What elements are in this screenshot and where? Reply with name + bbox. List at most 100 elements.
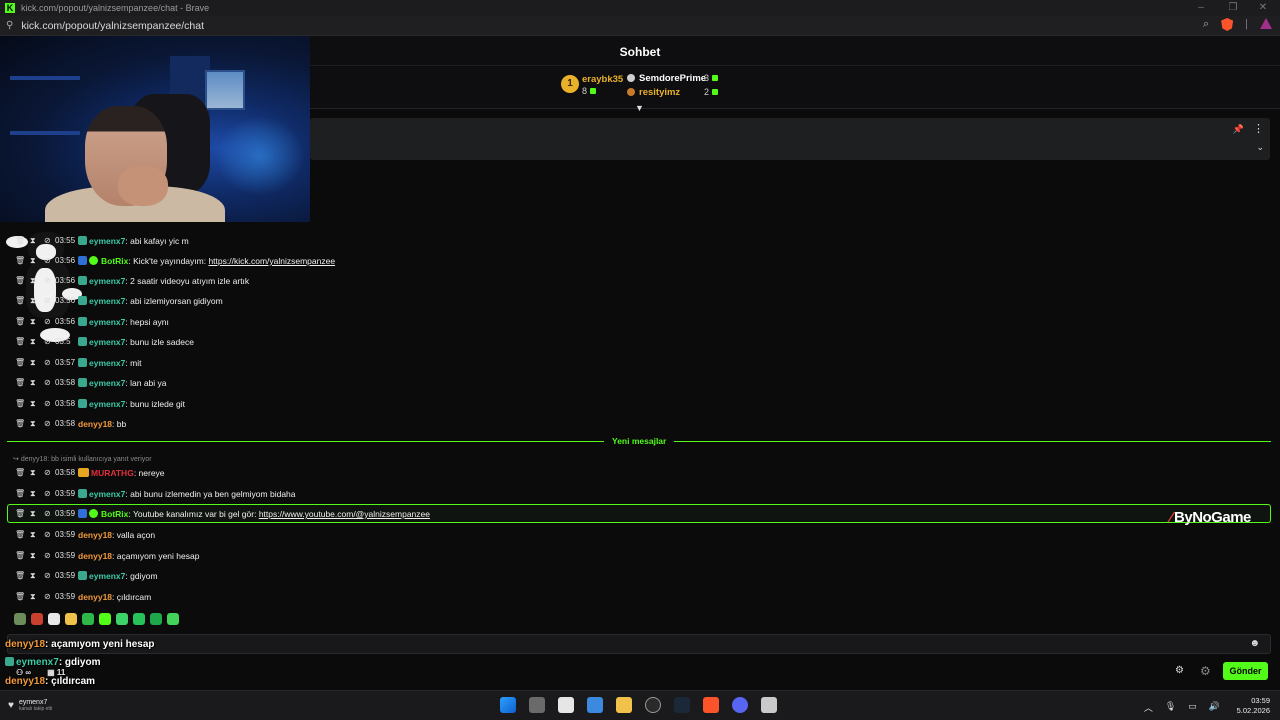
timeout-icon[interactable]: ⧗ xyxy=(30,378,36,388)
gifter-name[interactable]: resityimz xyxy=(627,87,680,98)
timeout-icon[interactable]: ⧗ xyxy=(30,317,36,327)
ban-icon[interactable]: ⊘ xyxy=(44,419,51,428)
ban-icon[interactable]: ⊘ xyxy=(44,317,51,326)
message-username[interactable]: BotRix xyxy=(101,509,128,519)
message-username[interactable]: eymenx7 xyxy=(89,489,125,499)
timeout-icon[interactable]: ⧗ xyxy=(30,419,36,429)
emoji-picker-icon[interactable]: ☻ xyxy=(1249,638,1260,649)
minimize-button[interactable]: – xyxy=(1186,0,1216,16)
emote-icon[interactable] xyxy=(116,613,128,625)
delete-icon[interactable]: 🗑 xyxy=(15,236,25,245)
discord-icon[interactable] xyxy=(732,697,748,713)
timeout-icon[interactable]: ⧗ xyxy=(30,296,36,306)
network-icon[interactable]: ▭ xyxy=(1188,701,1197,714)
chat-tools-icon[interactable]: ⚙ xyxy=(1200,664,1211,678)
message-link[interactable]: https://www.youtube.com/@yalnizsempanzee xyxy=(259,509,430,519)
timeout-icon[interactable]: ⧗ xyxy=(30,530,36,540)
site-settings-icon[interactable]: ⚲ xyxy=(6,20,13,31)
chat-input[interactable]: ☻ xyxy=(7,634,1271,654)
emote-icon[interactable] xyxy=(14,613,26,625)
delete-icon[interactable]: 🗑 xyxy=(15,358,25,367)
microphone-icon[interactable]: 🎙 xyxy=(1165,701,1176,714)
message-username[interactable]: denyy18 xyxy=(78,419,112,429)
ban-icon[interactable]: ⊘ xyxy=(44,509,51,518)
message-username[interactable]: eymenx7 xyxy=(89,571,125,581)
ban-icon[interactable]: ⊘ xyxy=(44,399,51,408)
taskbar-clock[interactable]: 03:59 5.02.2026 xyxy=(1237,696,1270,716)
ban-icon[interactable]: ⊘ xyxy=(44,256,51,265)
top-gifter-name[interactable]: eraybk35 xyxy=(582,74,623,85)
ban-icon[interactable]: ⊘ xyxy=(44,337,51,346)
brave-icon[interactable] xyxy=(703,697,719,713)
emote-icon[interactable] xyxy=(167,613,179,625)
file-explorer-icon[interactable] xyxy=(616,697,632,713)
delete-icon[interactable]: 🗑 xyxy=(15,276,25,285)
close-button[interactable]: ✕ xyxy=(1248,0,1278,16)
ban-icon[interactable]: ⊘ xyxy=(44,592,51,601)
message-username[interactable]: eymenx7 xyxy=(89,317,125,327)
ban-icon[interactable]: ⊘ xyxy=(44,276,51,285)
message-username[interactable]: MURATHG xyxy=(91,468,134,478)
timeout-icon[interactable]: ⧗ xyxy=(30,571,36,581)
message-link[interactable]: https://kick.com/yalnizsempanzee xyxy=(208,256,335,266)
send-button[interactable]: Gönder xyxy=(1223,662,1268,680)
brave-rewards-icon[interactable] xyxy=(1260,18,1272,29)
start-icon[interactable] xyxy=(500,697,516,713)
search-icon[interactable]: ⌕ xyxy=(1203,18,1209,31)
timeout-icon[interactable]: ⧗ xyxy=(30,399,36,409)
timeout-icon[interactable]: ⧗ xyxy=(30,256,36,266)
message-username[interactable]: eymenx7 xyxy=(89,337,125,347)
message-username[interactable]: eymenx7 xyxy=(89,236,125,246)
timeout-icon[interactable]: ⧗ xyxy=(30,468,36,478)
delete-icon[interactable]: 🗑 xyxy=(15,509,25,518)
chat-settings-icon[interactable]: ⚙ xyxy=(1175,665,1184,676)
ban-icon[interactable]: ⊘ xyxy=(44,378,51,387)
timeout-icon[interactable]: ⧗ xyxy=(30,236,36,246)
volume-icon[interactable]: 🔊 xyxy=(1209,701,1220,714)
emote-icon[interactable] xyxy=(82,613,94,625)
photos-icon[interactable] xyxy=(587,697,603,713)
delete-icon[interactable]: 🗑 xyxy=(15,530,25,539)
delete-icon[interactable]: 🗑 xyxy=(15,317,25,326)
delete-icon[interactable]: 🗑 xyxy=(15,337,25,346)
message-username[interactable]: eymenx7 xyxy=(89,378,125,388)
task-view-icon[interactable] xyxy=(529,697,545,713)
timeout-icon[interactable]: ⧗ xyxy=(30,551,36,561)
timeout-icon[interactable]: ⧗ xyxy=(30,358,36,368)
ban-icon[interactable]: ⊘ xyxy=(44,358,51,367)
chevron-down-icon[interactable]: ⌄ xyxy=(1256,142,1264,153)
delete-icon[interactable]: 🗑 xyxy=(15,468,25,477)
emote-icon[interactable] xyxy=(65,613,77,625)
emote-icon[interactable] xyxy=(99,613,111,625)
emote-icon[interactable] xyxy=(48,613,60,625)
message-username[interactable]: BotRix xyxy=(101,256,128,266)
brave-shields-icon[interactable] xyxy=(1221,18,1234,31)
timeout-icon[interactable]: ⧗ xyxy=(30,489,36,499)
more-options-icon[interactable]: ⋮ xyxy=(1253,122,1264,135)
pinned-message[interactable]: 📌 ⋮ ⌄ xyxy=(310,118,1270,160)
maximize-button[interactable]: ❐ xyxy=(1218,0,1248,16)
ban-icon[interactable]: ⊘ xyxy=(44,489,51,498)
timeout-icon[interactable]: ⧗ xyxy=(30,592,36,602)
emote-icon[interactable] xyxy=(150,613,162,625)
url-field[interactable]: kick.com/popout/yalnizsempanzee/chat xyxy=(21,20,204,32)
message-username[interactable]: denyy18 xyxy=(78,592,112,602)
delete-icon[interactable]: 🗑 xyxy=(15,419,25,428)
ban-icon[interactable]: ⊘ xyxy=(44,236,51,245)
expand-gifters-icon[interactable]: ▼ xyxy=(635,103,644,113)
snipping-tool-icon[interactable] xyxy=(558,697,574,713)
timeout-icon[interactable]: ⧗ xyxy=(30,276,36,286)
ban-icon[interactable]: ⊘ xyxy=(44,571,51,580)
app-icon[interactable] xyxy=(761,697,777,713)
steam-icon[interactable] xyxy=(674,697,690,713)
emote-icon[interactable] xyxy=(31,613,43,625)
timeout-icon[interactable]: ⧗ xyxy=(30,337,36,347)
message-username[interactable]: eymenx7 xyxy=(89,399,125,409)
delete-icon[interactable]: 🗑 xyxy=(15,551,25,560)
message-username[interactable]: eymenx7 xyxy=(89,358,125,368)
ban-icon[interactable]: ⊘ xyxy=(44,468,51,477)
message-username[interactable]: eymenx7 xyxy=(89,276,125,286)
message-username[interactable]: eymenx7 xyxy=(89,296,125,306)
emote-icon[interactable] xyxy=(133,613,145,625)
timeout-icon[interactable]: ⧗ xyxy=(30,509,36,519)
